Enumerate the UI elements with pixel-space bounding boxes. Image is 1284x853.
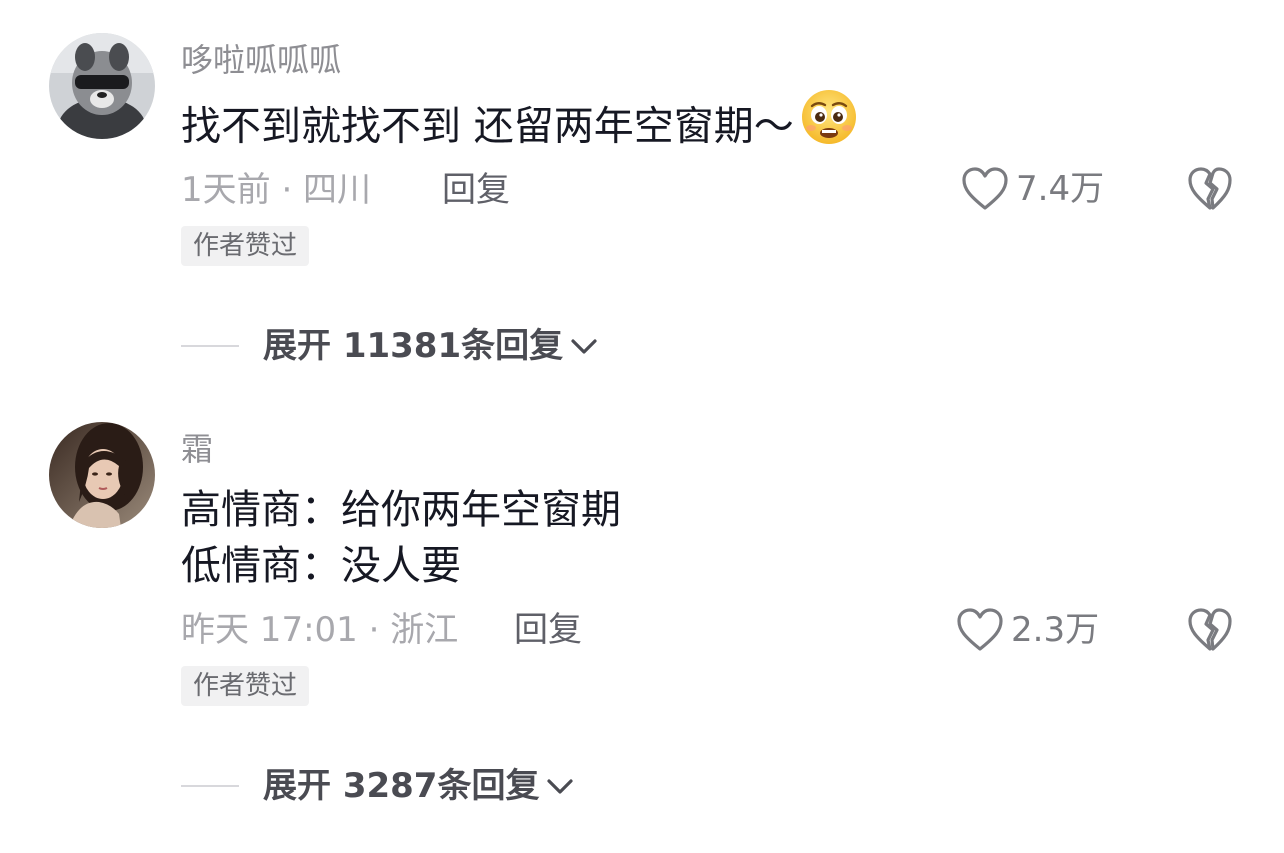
expand-replies-row: 展开 3287条回复 [181,764,577,808]
like-count: 2.3万 [1011,610,1100,650]
expand-replies-row: 展开 11381条回复 [181,324,601,368]
chevron-down-icon [571,339,597,354]
avatar[interactable] [49,33,155,139]
comment-text: 找不到就找不到 还留两年空窗期～ [181,90,858,161]
expand-replies-button[interactable]: 展开 11381条回复 [263,324,601,368]
broken-heart-icon [1188,167,1232,210]
like-button[interactable]: 2.3万 [955,606,1099,654]
comment-username[interactable]: 哆啦呱呱呱 [181,40,341,80]
author-liked-badge: 作者赞过 [181,226,310,266]
reply-button[interactable]: 回复 [442,168,510,212]
comment-item: 哆啦呱呱呱 找不到就找不到 还留两年空窗期～ 1天前 · 四川 回复 7.4万 … [0,0,1284,400]
pleading-face-emoji-icon [800,88,858,161]
avatar-woman-image [49,422,155,528]
comment-item: 霜 高情商：给你两年空窗期 低情商：没人要 昨天 17:01 · 浙江 回复 2… [0,400,1284,853]
divider-line [181,345,239,347]
chevron-down-icon [547,779,574,794]
broken-heart-icon [1188,608,1232,651]
expand-replies-label: 展开 3287条回复 [263,766,540,806]
author-liked-badge: 作者赞过 [181,666,310,706]
comment-meta: 1天前 · 四川 [181,170,372,210]
avatar[interactable] [49,422,155,528]
dislike-button[interactable] [1186,606,1234,658]
comment-text-content: 找不到就找不到 还留两年空窗期～ [181,103,794,150]
avatar-dog-image [49,33,155,139]
comment-text-line: 低情商：没人要 [181,543,461,589]
expand-replies-button[interactable]: 展开 3287条回复 [263,764,577,808]
heart-outline-icon [962,167,1008,210]
comment-username[interactable]: 霜 [181,429,213,469]
dislike-button[interactable] [1186,165,1234,217]
like-button[interactable]: 7.4万 [960,165,1104,213]
like-count: 7.4万 [1016,169,1105,209]
comment-meta: 昨天 17:01 · 浙江 [181,610,459,650]
reply-button[interactable]: 回复 [514,608,582,652]
expand-replies-label: 展开 11381条回复 [263,326,564,366]
divider-line [181,785,239,787]
comment-text-line: 高情商：给你两年空窗期 [181,487,621,533]
heart-outline-icon [957,608,1003,651]
